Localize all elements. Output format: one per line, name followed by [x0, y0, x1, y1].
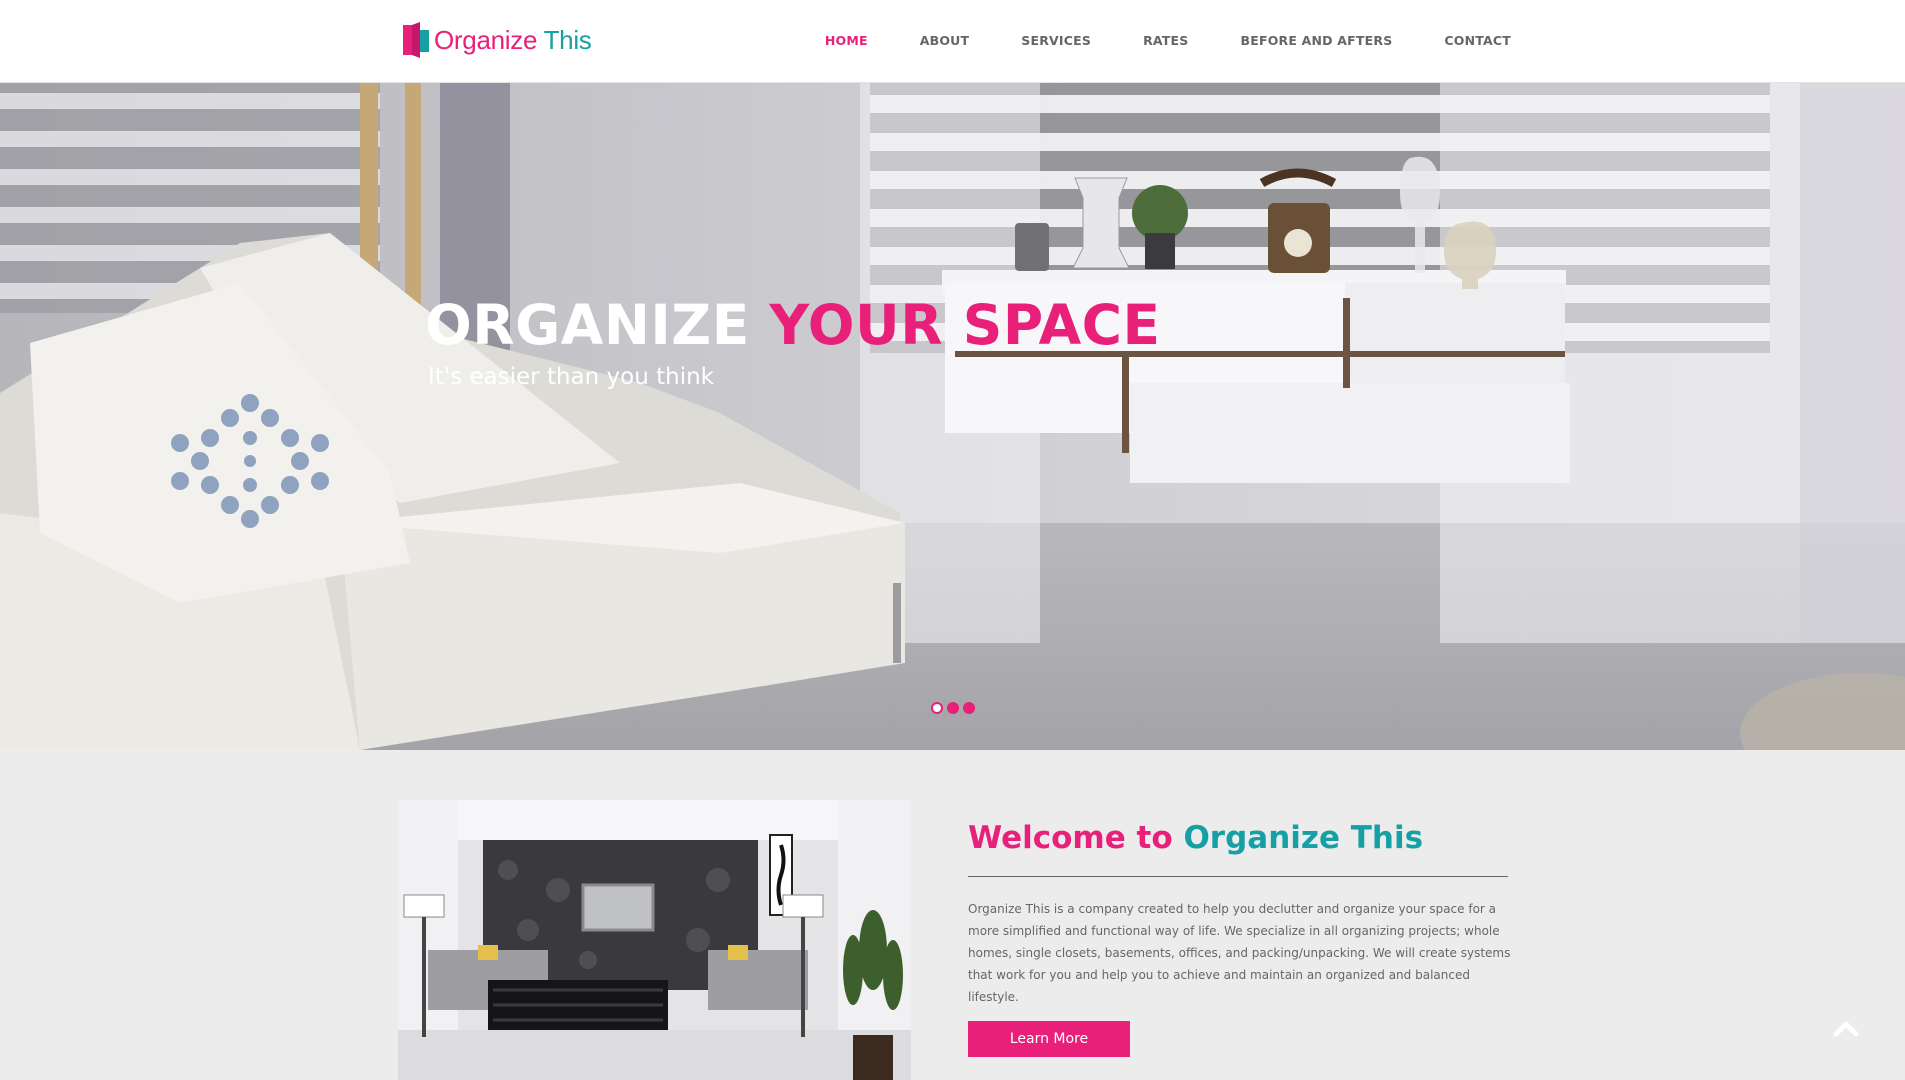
hero-subtitle: It's easier than you think — [428, 364, 714, 390]
hero-image-living-room — [0, 83, 1905, 750]
nav-services[interactable]: SERVICES — [1021, 33, 1091, 48]
hero-slider: ORGANIZE YOUR SPACE It's easier than you… — [0, 83, 1905, 750]
slider-dot-1[interactable] — [931, 702, 943, 714]
site-header: Organize This HOME ABOUT SERVICES RATES … — [0, 0, 1905, 83]
brand-logo[interactable]: Organize This — [403, 22, 592, 58]
welcome-heading-part2: Organize This — [1183, 820, 1424, 856]
welcome-description: Organize This is a company created to he… — [968, 902, 1511, 1004]
chevron-up-icon[interactable] — [1833, 1018, 1859, 1038]
nav-home[interactable]: HOME — [825, 33, 868, 48]
book-logo-icon — [403, 22, 429, 58]
brand-name: Organize This — [434, 25, 592, 56]
heading-divider — [968, 876, 1508, 877]
nav-contact[interactable]: CONTACT — [1444, 33, 1511, 48]
nav-before-and-afters[interactable]: BEFORE AND AFTERS — [1240, 33, 1392, 48]
slider-dot-3[interactable] — [963, 702, 975, 714]
slider-pagination — [931, 702, 975, 714]
main-nav: HOME ABOUT SERVICES RATES BEFORE AND AFT… — [825, 33, 1511, 48]
brand-name-part2: This — [543, 24, 592, 55]
hero-title-part1: ORGANIZE — [425, 293, 750, 357]
slider-dot-2[interactable] — [947, 702, 959, 714]
learn-more-button[interactable]: Learn More — [968, 1021, 1130, 1057]
nav-rates[interactable]: RATES — [1143, 33, 1188, 48]
welcome-heading-part1: Welcome to — [968, 820, 1173, 856]
nav-about[interactable]: ABOUT — [920, 33, 970, 48]
brand-name-part1: Organize — [434, 24, 538, 55]
welcome-section: Welcome to Organize This Organize This i… — [0, 750, 1905, 1080]
hero-title: ORGANIZE YOUR SPACE — [425, 293, 1161, 357]
living-room-photo — [398, 800, 911, 1080]
welcome-heading: Welcome to Organize This — [968, 820, 1423, 856]
hero-title-part2: YOUR SPACE — [769, 293, 1161, 357]
